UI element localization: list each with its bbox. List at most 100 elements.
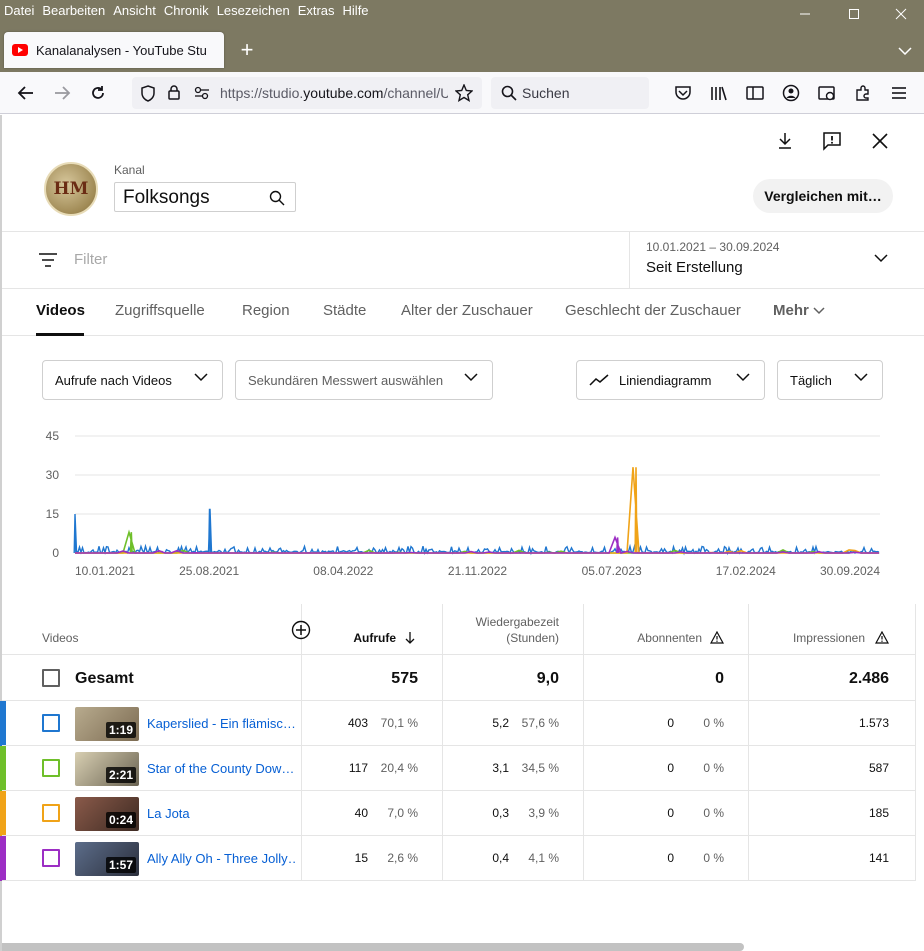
chart-y-tick-label: 30 — [46, 468, 60, 482]
sort-down-icon — [405, 632, 415, 644]
filter-icon[interactable] — [38, 253, 58, 267]
pocket-button[interactable] — [672, 82, 694, 104]
tab-alter[interactable]: Alter der Zuschauer — [401, 302, 533, 319]
new-tab-button[interactable]: + — [236, 38, 258, 62]
video-thumbnail[interactable]: 0:24 — [75, 797, 139, 831]
video-title-link[interactable]: Ally Ally Oh - Three Jolly… — [147, 851, 295, 866]
total-impressions: 2.486 — [848, 670, 889, 687]
app-menu-button[interactable] — [888, 82, 910, 104]
tab-mehr[interactable]: Mehr — [773, 302, 825, 319]
secondary-metric-dropdown[interactable]: Sekundären Messwert auswählen — [235, 360, 493, 400]
filter-input[interactable]: Filter — [74, 251, 107, 268]
window-title-bar: Datei Bearbeiten Ansicht Chronik Lesezei… — [0, 0, 924, 72]
menu-datei[interactable]: Datei — [0, 0, 38, 24]
subscribers-value: 0 — [667, 761, 674, 775]
header-impressions-label: Impressionen — [792, 631, 865, 645]
row-checkbox[interactable] — [42, 849, 60, 867]
menu-bearbeiten[interactable]: Bearbeiten — [38, 0, 109, 24]
row-checkbox[interactable] — [42, 804, 60, 822]
youtube-icon — [12, 44, 28, 56]
video-duration: 1:57 — [105, 857, 136, 873]
interval-dropdown[interactable]: Täglich — [777, 360, 883, 400]
video-thumbnail[interactable]: 1:19 — [75, 707, 139, 741]
menu-lesezeichen[interactable]: Lesezeichen — [213, 0, 294, 24]
row-checkbox[interactable] — [42, 759, 60, 777]
watch-time-percent: 3,9 % — [528, 806, 559, 820]
close-window-button[interactable] — [876, 0, 924, 28]
header-watch-time[interactable]: Wiedergabezeit (Stunden) — [443, 604, 584, 654]
tab-videos[interactable]: Videos — [36, 302, 85, 319]
url-path: /channel/U — [383, 85, 448, 101]
search-icon[interactable] — [269, 190, 285, 206]
views-value: 403 — [347, 716, 368, 730]
subscribers-percent: 0 % — [703, 716, 724, 730]
video-title-link[interactable]: Kaperslied - Ein flämisc… — [147, 716, 295, 731]
chevron-down-icon — [854, 373, 868, 382]
url-host: youtube.com — [303, 85, 384, 101]
menu-extras[interactable]: Extras — [294, 0, 339, 24]
account-button[interactable] — [780, 82, 802, 104]
video-title-link[interactable]: La Jota — [147, 806, 295, 821]
row-checkbox[interactable] — [42, 714, 60, 732]
bookmark-star-icon[interactable] — [455, 84, 473, 102]
warning-icon — [710, 631, 724, 644]
menu-chronik[interactable]: Chronik — [160, 0, 213, 24]
maximize-button[interactable] — [829, 0, 879, 28]
chart-type-dropdown[interactable]: Liniendiagramm — [576, 360, 765, 400]
horizontal-scrollbar[interactable] — [2, 943, 744, 951]
header-impressions[interactable]: Impressionen — [749, 604, 916, 654]
sidebar-button[interactable] — [744, 82, 766, 104]
impressions-value: 587 — [868, 761, 889, 775]
views-percent: 20,4 % — [380, 761, 418, 775]
list-tabs-button[interactable] — [898, 42, 912, 60]
forward-button[interactable] — [51, 82, 73, 104]
reload-button[interactable] — [87, 82, 109, 104]
close-panel-button[interactable] — [868, 129, 892, 153]
header-subscribers[interactable]: Abonnenten — [584, 604, 749, 654]
minimize-button[interactable] — [780, 0, 830, 28]
channel-selector[interactable]: Folksongs — [114, 182, 296, 212]
total-row: Gesamt 575 9,0 0 2.486 — [2, 654, 916, 700]
search-icon — [501, 85, 517, 101]
watch-time-value: 0,4 — [492, 851, 509, 865]
total-views-cell: 575 — [302, 655, 443, 700]
metric-dropdown[interactable]: Aufrufe nach Videos — [42, 360, 223, 400]
chevron-down-icon — [736, 373, 750, 382]
subscribers-value: 0 — [667, 806, 674, 820]
feedback-button[interactable] — [820, 129, 844, 153]
views-cell: 15 2,6 % — [302, 836, 443, 880]
menu-hilfe[interactable]: Hilfe — [339, 0, 373, 24]
browser-tab[interactable]: Kanalanalysen - YouTube Studio — [4, 32, 224, 68]
watch-time-cell: 5,2 57,6 % — [443, 701, 584, 745]
channel-avatar: HM — [44, 162, 98, 216]
extension-button[interactable] — [816, 82, 838, 104]
subscribers-cell: 0 0 % — [584, 701, 749, 745]
header-views[interactable]: Aufrufe — [302, 604, 443, 654]
tab-region[interactable]: Region — [242, 302, 290, 319]
header-videos: Videos — [2, 604, 311, 654]
views-value: 117 — [348, 761, 368, 775]
table-row: 1:19 Kaperslied - Ein flämisc… 403 70,1 % 5,… — [0, 700, 916, 746]
subscribers-cell: 0 0 % — [584, 746, 749, 790]
chart-y-tick-label: 0 — [52, 546, 59, 560]
tab-zugriffsquelle[interactable]: Zugriffsquelle — [115, 302, 205, 319]
search-bar[interactable]: Suchen — [491, 77, 649, 109]
header-videos-label: Videos — [42, 631, 79, 645]
video-thumbnail[interactable]: 2:21 — [75, 752, 139, 786]
date-range-selector[interactable]: 10.01.2021 – 30.09.2024 Seit Erstellung — [629, 232, 924, 288]
download-button[interactable] — [773, 129, 797, 153]
menu-ansicht[interactable]: Ansicht — [109, 0, 160, 24]
impressions-value: 141 — [868, 851, 889, 865]
tab-geschlecht[interactable]: Geschlecht der Zuschauer — [565, 302, 741, 319]
chevron-down-icon — [464, 373, 478, 382]
library-button[interactable] — [708, 82, 730, 104]
back-button[interactable] — [15, 82, 37, 104]
video-thumbnail[interactable]: 1:57 — [75, 842, 139, 876]
chart-x-tick-label: 08.04.2022 — [313, 564, 373, 578]
url-bar[interactable]: https://studio.youtube.com/channel/U — [132, 77, 482, 109]
extensions-button[interactable] — [852, 82, 874, 104]
tab-staedte[interactable]: Städte — [323, 302, 366, 319]
compare-button[interactable]: Vergleichen mit… — [753, 179, 893, 213]
video-title-link[interactable]: Star of the County Dow… — [147, 761, 295, 776]
back-arrow-icon — [17, 86, 33, 100]
